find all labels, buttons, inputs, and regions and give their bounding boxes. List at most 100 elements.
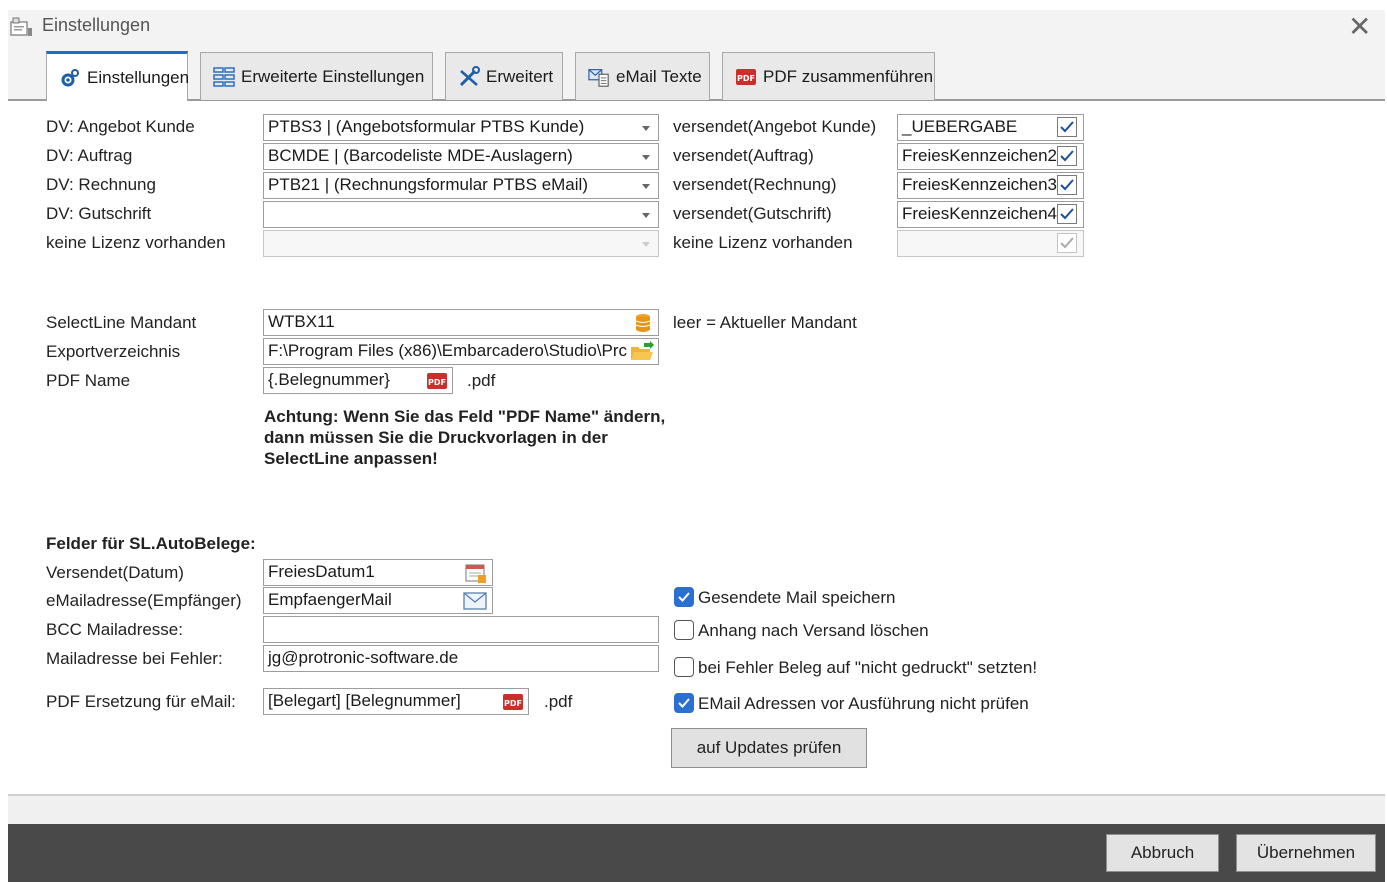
pdf-name-label: PDF Name xyxy=(46,371,131,390)
pdf-name-warning: Achtung: Wenn Sie das Feld "PDF Name" än… xyxy=(264,407,666,468)
versendet-gutschrift-label: versendet(Gutschrift) xyxy=(673,204,832,223)
check-icon xyxy=(1060,237,1074,249)
tab-pdf-zusammenfuehren[interactable]: PDF PDF zusammenführen xyxy=(722,52,935,100)
chevron-down-icon xyxy=(642,155,650,160)
keine-lizenz-versendet-field xyxy=(897,230,1084,257)
check-icon xyxy=(678,698,690,708)
calendar-icon[interactable] xyxy=(465,562,487,585)
field-value: FreiesKennzeichen3 xyxy=(902,175,1057,194)
bcc-label: BCC Mailadresse: xyxy=(46,620,183,639)
chevron-down-icon xyxy=(642,242,650,247)
app-settings-icon xyxy=(10,16,34,38)
option-gesendete-mail-checkbox[interactable] xyxy=(674,587,694,607)
window-title: Einstellungen xyxy=(42,15,151,35)
database-icon[interactable] xyxy=(634,313,652,335)
dv-auftrag-label: DV: Auftrag xyxy=(46,146,133,165)
dv-gutschrift-label: DV: Gutschrift xyxy=(46,204,152,223)
svg-text:PDF: PDF xyxy=(737,74,755,83)
versendet-gutschrift-field[interactable]: FreiesKennzeichen4 xyxy=(897,201,1084,228)
pdf-icon: PDF xyxy=(735,66,757,88)
check-icon xyxy=(678,592,690,602)
option-nicht-gedruckt-checkbox[interactable] xyxy=(674,657,694,677)
check-updates-button[interactable]: auf Updates prüfen xyxy=(671,728,867,768)
versendet-auftrag-checkbox[interactable] xyxy=(1057,146,1077,166)
title-bar xyxy=(8,10,1385,52)
tab-label: Erweitert xyxy=(486,66,554,86)
versendet-rechnung-field[interactable]: FreiesKennzeichen3 xyxy=(897,172,1084,199)
tab-erweitert[interactable]: Erweitert xyxy=(445,52,563,100)
tab-label: eMail Texte xyxy=(616,66,702,86)
envelope-icon[interactable] xyxy=(463,592,487,613)
chevron-down-icon xyxy=(642,213,650,218)
mandant-label: SelectLine Mandant xyxy=(46,313,197,332)
option-anhang-loeschen-checkbox[interactable] xyxy=(674,620,694,640)
field-value: {.Belegnummer} xyxy=(268,370,390,389)
dv-angebot-select[interactable]: PTBS3 | (Angebotsformular PTBS Kunde) xyxy=(263,114,659,141)
select-value: PTB21 | (Rechnungsformular PTBS eMail) xyxy=(268,175,588,194)
option-email-nicht-pruefen-label[interactable]: EMail Adressen vor Ausführung nicht prüf… xyxy=(698,694,1029,714)
tab-label: Einstellungen xyxy=(87,67,190,87)
apply-button[interactable]: Übernehmen xyxy=(1236,834,1376,872)
tab-email-texte[interactable]: eMail Texte xyxy=(575,52,710,100)
check-icon xyxy=(1060,208,1074,220)
autobelege-heading: Felder für SL.AutoBelege: xyxy=(46,534,256,553)
option-nicht-gedruckt-label[interactable]: bei Fehler Beleg auf "nicht gedruckt" se… xyxy=(698,658,1037,678)
chevron-down-icon xyxy=(642,184,650,189)
mandant-input[interactable]: WTBX11 xyxy=(263,309,659,336)
field-value: FreiesDatum1 xyxy=(268,562,375,581)
tab-erweiterte-einstellungen[interactable]: Erweiterte Einstellungen xyxy=(200,52,433,100)
pdf-name-input[interactable]: {.Belegnummer} PDF xyxy=(263,367,453,394)
option-gesendete-mail-label[interactable]: Gesendete Mail speichern xyxy=(698,588,896,608)
grid-icon xyxy=(213,66,235,88)
keine-lizenz-versendet-label: keine Lizenz vorhanden xyxy=(673,233,853,252)
versendet-datum-input[interactable]: FreiesDatum1 xyxy=(263,559,493,586)
dv-rechnung-select[interactable]: PTB21 | (Rechnungsformular PTBS eMail) xyxy=(263,172,659,199)
dv-angebot-label: DV: Angebot Kunde xyxy=(46,117,195,136)
dv-auftrag-select[interactable]: BCMDE | (Barcodeliste MDE-Auslagern) xyxy=(263,143,659,170)
check-icon xyxy=(1060,179,1074,191)
versendet-angebot-label: versendet(Angebot Kunde) xyxy=(673,117,877,136)
pdf-name-suffix: .pdf xyxy=(467,371,496,390)
chevron-down-icon xyxy=(642,126,650,131)
field-value: FreiesKennzeichen4 xyxy=(902,204,1057,223)
pdf-icon[interactable]: PDF xyxy=(502,692,524,714)
select-value: BCMDE | (Barcodeliste MDE-Auslagern) xyxy=(268,146,573,165)
svg-text:PDF: PDF xyxy=(504,699,522,708)
tab-einstellungen[interactable]: Einstellungen xyxy=(46,51,190,101)
versendet-gutschrift-checkbox[interactable] xyxy=(1057,204,1077,224)
field-value: _UEBERGABE xyxy=(902,117,1018,136)
pdf-ersetzung-suffix: .pdf xyxy=(544,692,573,711)
keine-lizenz-label: keine Lizenz vorhanden xyxy=(46,233,226,252)
check-icon xyxy=(1060,150,1074,162)
versendet-angebot-checkbox[interactable] xyxy=(1057,117,1077,137)
versendet-angebot-field[interactable]: _UEBERGABE xyxy=(897,114,1084,141)
bcc-input[interactable] xyxy=(263,616,659,643)
field-value: F:\Program Files (x86)\Embarcadero\Studi… xyxy=(268,341,628,360)
keine-lizenz-checkbox xyxy=(1057,233,1077,253)
option-email-nicht-pruefen-checkbox[interactable] xyxy=(674,693,694,713)
dv-gutschrift-select[interactable] xyxy=(263,201,659,228)
error-mail-input[interactable]: jg@protronic-software.de xyxy=(263,645,659,672)
email-empfaenger-label: eMailadresse(Empfänger) xyxy=(46,591,242,610)
svg-text:PDF: PDF xyxy=(428,378,446,387)
folder-open-icon[interactable] xyxy=(630,341,654,364)
dv-rechnung-label: DV: Rechnung xyxy=(46,175,156,194)
versendet-auftrag-field[interactable]: FreiesKennzeichen2 xyxy=(897,143,1084,170)
option-anhang-loeschen-label[interactable]: Anhang nach Versand löschen xyxy=(698,621,929,641)
email-empfaenger-input[interactable]: EmpfaengerMail xyxy=(263,587,493,614)
pdf-icon[interactable]: PDF xyxy=(426,371,448,393)
gears-icon xyxy=(59,67,81,89)
error-mail-label: Mailadresse bei Fehler: xyxy=(46,649,223,668)
tab-label: PDF zusammenführen xyxy=(763,66,934,86)
footer-spacer xyxy=(8,796,1385,824)
versendet-rechnung-checkbox[interactable] xyxy=(1057,175,1077,195)
versendet-auftrag-label: versendet(Auftrag) xyxy=(673,146,814,165)
email-template-icon xyxy=(588,66,610,88)
keine-lizenz-select xyxy=(263,230,659,257)
check-icon xyxy=(1060,121,1074,133)
close-icon[interactable]: ✕ xyxy=(1348,12,1371,42)
cancel-button[interactable]: Abbruch xyxy=(1106,834,1219,872)
export-input[interactable]: F:\Program Files (x86)\Embarcadero\Studi… xyxy=(263,338,659,365)
pdf-ersetzung-input[interactable]: [Belegart] [Belegnummer] PDF xyxy=(263,688,529,715)
mandant-hint: leer = Aktueller Mandant xyxy=(673,313,857,332)
